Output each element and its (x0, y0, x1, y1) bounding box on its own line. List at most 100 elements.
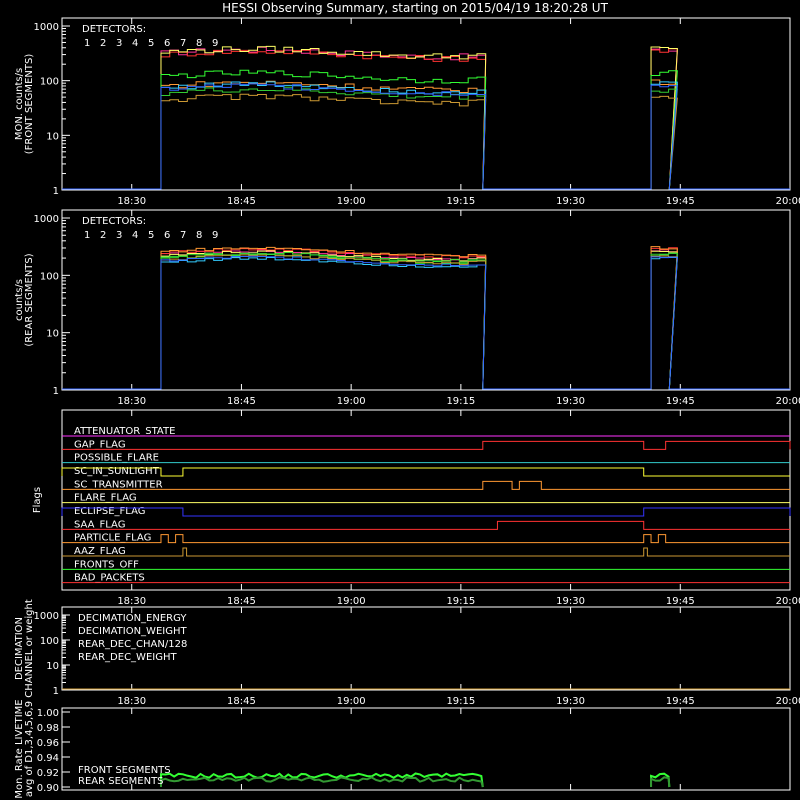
x-tick-label-front: 18:30 (117, 196, 146, 207)
series-line-rear-6 (62, 251, 790, 390)
y-tick-label-livetime: 0.90 (37, 783, 59, 794)
y-tick-label-rear: 1000 (34, 214, 59, 225)
series-line-front-3 (62, 45, 790, 190)
flag-line-gap_flag (62, 440, 791, 450)
flag-line-eclipse_flag (61, 507, 791, 517)
x-tick-label-rear: 19:15 (446, 396, 475, 407)
x-tick-label-flags: 20:00 (776, 596, 800, 607)
decimation-legend-2: REAR_DEC_CHAN/128 (78, 639, 187, 650)
series-line-front-6 (62, 86, 790, 190)
legend-number-rear: 7 (180, 230, 186, 241)
legend-number-front: 5 (148, 38, 154, 49)
x-tick-label-rear: 20:00 (776, 396, 800, 407)
y-tick-label-rear: 10 (46, 329, 59, 340)
flag-label-attenuator_state: ATTENUATOR_STATE (74, 426, 175, 437)
x-tick-label-decimation: 18:45 (227, 696, 256, 707)
x-tick-label-rear: 18:30 (117, 396, 146, 407)
series-line-rear-5 (62, 252, 790, 390)
legend-title-rear: DETECTORS: (82, 216, 146, 227)
legend-number-front: 8 (196, 38, 202, 49)
x-tick-label-front: 19:00 (337, 196, 366, 207)
series-line-rear-9 (62, 255, 790, 390)
livetime-line-1 (159, 776, 671, 788)
series-line-rear-4 (62, 246, 790, 390)
livetime-legend-1: REAR SEGMENTS (78, 776, 164, 787)
legend-number-rear: 3 (116, 230, 122, 241)
panel-frame-livetime (61, 707, 791, 791)
x-tick-label-decimation: 19:45 (666, 696, 695, 707)
series-line-rear-8 (62, 256, 790, 390)
y-axis-label-flags: Flags (32, 487, 43, 513)
x-tick-label-front: 18:45 (227, 196, 256, 207)
x-tick-label-decimation: 19:15 (446, 696, 475, 707)
x-tick-label-rear: 18:45 (227, 396, 256, 407)
x-tick-label-flags: 19:15 (446, 596, 475, 607)
flag-label-flare_flag: FLARE_FLAG (74, 493, 137, 504)
y-axis-label2-front: (FRONT SEGMENTS) (24, 54, 35, 155)
x-tick-label-front: 19:15 (446, 196, 475, 207)
legend-number-rear: 2 (100, 230, 106, 241)
y-tick-label-rear: 1 (53, 386, 59, 397)
flag-line-aaz_flag (62, 547, 790, 557)
legend-number-front: 1 (84, 38, 90, 49)
flag-line-particle_flag (62, 534, 790, 544)
legend-number-front: 4 (132, 38, 138, 49)
x-tick-label-rear: 19:30 (556, 396, 585, 407)
y-tick-label-front: 1 (53, 186, 59, 197)
legend-number-front: 3 (116, 38, 122, 49)
legend-number-front: 2 (100, 38, 106, 49)
y-tick-label-decimation: 10 (46, 661, 59, 672)
x-tick-label-decimation: 18:30 (117, 696, 146, 707)
legend-number-rear: 1 (84, 230, 90, 241)
livetime-legend-0: FRONT SEGMENTS (78, 765, 171, 776)
x-tick-label-front: 19:30 (556, 196, 585, 207)
y-tick-label-livetime: 0.92 (37, 768, 59, 779)
series-line-front-7 (62, 93, 790, 190)
x-tick-label-flags: 18:30 (117, 596, 146, 607)
x-tick-label-decimation: 20:00 (776, 696, 800, 707)
x-tick-label-front: 20:00 (776, 196, 800, 207)
y-tick-label-decimation: 100 (40, 636, 59, 647)
y-tick-label-livetime: 1.00 (37, 708, 59, 719)
legend-number-front: 7 (180, 38, 186, 49)
flag-label-fronts_off: FRONTS_OFF (74, 559, 139, 570)
y-tick-label-rear: 100 (40, 271, 59, 282)
series-line-rear-1 (62, 249, 790, 390)
flag-line-sc_transmitter (62, 480, 790, 490)
legend-number-rear: 6 (164, 230, 170, 241)
y-axis-label2-livetime: avg of D1,3,4,5,6,9 (24, 701, 35, 797)
flag-label-particle_flag: PARTICLE_FLAG (74, 533, 151, 544)
legend-title-front: DETECTORS: (82, 24, 146, 35)
flag-label-gap_flag: GAP_FLAG (74, 439, 126, 450)
legend-number-rear: 9 (212, 230, 218, 241)
y-tick-label-front: 100 (40, 77, 59, 88)
decimation-legend-1: DECIMATION_WEIGHT (78, 626, 187, 637)
y-tick-label-livetime: 0.94 (37, 753, 59, 764)
series-line-rear-2 (62, 247, 790, 390)
panel-frame-front (61, 17, 791, 191)
y-tick-label-decimation: 1000 (34, 611, 59, 622)
x-tick-label-flags: 18:45 (227, 596, 256, 607)
x-tick-label-flags: 19:30 (556, 596, 585, 607)
legend-number-rear: 4 (132, 230, 138, 241)
series-line-front-1 (62, 46, 790, 190)
panel-frame-rear (61, 209, 791, 391)
flag-label-possible_flare: POSSIBLE_FLARE (74, 453, 159, 464)
flag-line-sc_in_sunlight (61, 467, 790, 477)
flag-label-bad_packets: BAD_PACKETS (74, 573, 145, 584)
y-tick-label-front: 1000 (34, 22, 59, 33)
y-tick-label-livetime: 0.96 (37, 738, 59, 749)
decimation-legend-3: REAR_DEC_WEIGHT (78, 652, 177, 663)
x-tick-label-flags: 19:00 (337, 596, 366, 607)
observing-summary-chart: HESSI Observing Summary, starting on 201… (14, 1, 800, 799)
legend-number-rear: 8 (196, 230, 202, 241)
decimation-legend-0: DECIMATION_ENERGY (78, 613, 187, 624)
legend-number-front: 6 (164, 38, 170, 49)
flag-label-sc_transmitter: SC_TRANSMITTER (74, 479, 163, 490)
y-tick-label-front: 10 (46, 131, 59, 142)
flag-label-saa_flag: SAA_FLAG (74, 519, 125, 530)
series-line-rear-7 (62, 254, 790, 390)
y-axis-label2-rear: (REAR SEGMENTS) (24, 253, 35, 346)
x-tick-label-decimation: 19:00 (337, 696, 366, 707)
y-tick-label-livetime: 0.98 (37, 723, 59, 734)
